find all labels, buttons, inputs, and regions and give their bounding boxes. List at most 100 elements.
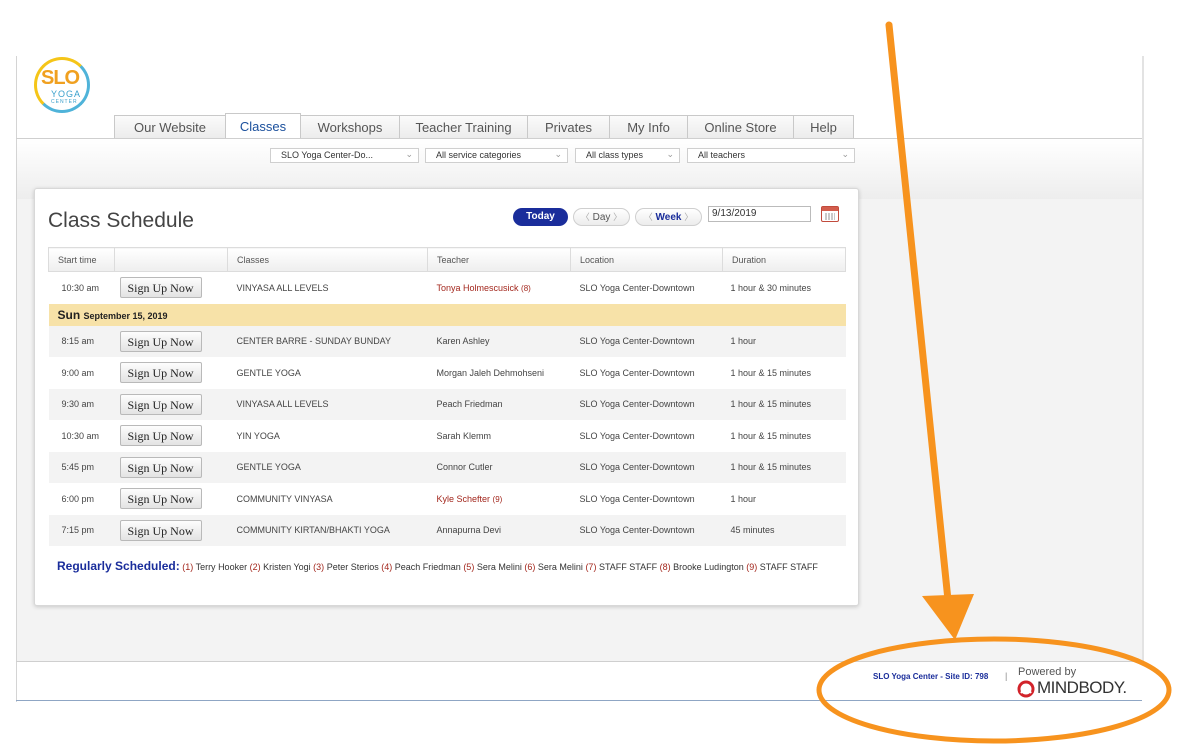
column-header-signup (114, 247, 228, 272)
today-button[interactable]: Today (513, 208, 568, 226)
sign-up-button[interactable]: Sign Up Now (119, 456, 202, 478)
sign-up-button[interactable]: Sign Up Now (119, 362, 202, 384)
footer-separator: | (1005, 671, 1008, 681)
class-name[interactable]: VINYASA ALL LEVELS (227, 388, 428, 420)
class-location[interactable]: SLO Yoga Center-Downtown (571, 483, 723, 515)
chevron-left-icon[interactable]: 〈 (644, 212, 653, 222)
service-category-select[interactable]: All service categories ⌄ (425, 148, 568, 163)
sign-up-button[interactable]: Sign Up Now (119, 488, 202, 510)
class-location[interactable]: SLO Yoga Center-Downtown (571, 357, 723, 389)
page-title: Class Schedule (48, 209, 194, 232)
sign-up-button[interactable]: Sign Up Now (119, 425, 202, 447)
week-view-button[interactable]: 〈 Week 〉 (635, 208, 702, 226)
teacher-name[interactable]: Connor Cutler (437, 462, 493, 472)
regularly-scheduled-label: Regularly Scheduled: (57, 559, 180, 573)
class-location[interactable]: SLO Yoga Center-Downtown (570, 514, 723, 546)
class-name[interactable]: VINYASA ALL LEVELS (228, 272, 428, 304)
mindbody-brand[interactable]: MINDBODY. (1037, 678, 1127, 698)
class-duration: 1 hour (730, 493, 757, 504)
class-location[interactable]: SLO Yoga Center-Downtown (570, 325, 723, 357)
tab-our-website[interactable]: Our Website (114, 115, 226, 138)
tab-workshops[interactable]: Workshops (300, 115, 400, 138)
class-location[interactable]: SLO Yoga Center-Downtown (571, 420, 723, 452)
slo-yoga-logo[interactable]: SLO YOGA CENTER (34, 57, 90, 113)
chevron-right-icon[interactable]: 〉 (613, 212, 622, 222)
class-time: 9:30 am (48, 388, 115, 420)
class-name[interactable]: COMMUNITY KIRTAN/BHAKTI YOGA (227, 514, 428, 546)
chevron-right-icon[interactable]: 〉 (684, 212, 693, 222)
date-input[interactable]: 9/13/2019 (708, 206, 811, 222)
class-duration: 1 hour (722, 325, 846, 357)
footnote-teacher: Sera Melini (537, 562, 583, 572)
teacher-select[interactable]: All teachers ⌄ (687, 148, 855, 163)
tab-teacher-training[interactable]: Teacher Training (399, 115, 528, 138)
day-date: September 15, 2019 (83, 310, 168, 321)
class-schedule-panel: Class Schedule Today 〈 Day 〉 〈 Week 〉 9/… (34, 188, 859, 606)
class-duration: 45 minutes (722, 514, 846, 546)
teacher-name[interactable]: Sarah Klemm (437, 431, 492, 441)
sign-up-button[interactable]: Sign Up Now (119, 277, 202, 299)
table-row: 10:30 am Sign Up Now VINYASA ALL LEVELS … (49, 272, 846, 304)
footer-divider (16, 661, 1144, 662)
footnote-teacher: Terry Hooker (195, 562, 248, 572)
footnote-number: (8) (659, 562, 671, 572)
footnote-teacher: STAFF STAFF (759, 562, 818, 572)
class-time: 5:45 pm (48, 451, 115, 483)
regularly-scheduled-footnote: Regularly Scheduled: (1) Terry Hooker (2… (57, 559, 837, 573)
table-row: 9:00 am Sign Up Now GENTLE YOGA Morgan Jale… (49, 357, 846, 389)
week-label: Week (655, 212, 682, 223)
column-header-duration: Duration (722, 247, 846, 272)
class-time: 10:30 am (61, 430, 100, 441)
day-view-button[interactable]: 〈 Day 〉 (573, 208, 630, 226)
schedule-table: Start time Classes Teacher Location Dura… (48, 247, 846, 546)
teacher-name[interactable]: Morgan Jaleh Dehmohseni (437, 368, 545, 378)
page-frame-right (1142, 56, 1144, 662)
teacher-name[interactable]: Annapurna Devi (437, 525, 502, 535)
table-row: 5:45 pm Sign Up Now GENTLE YOGA Connor Cutl… (48, 451, 846, 483)
footnote-number: (7) (585, 562, 597, 572)
tab-online-store[interactable]: Online Store (687, 115, 794, 138)
column-header-classes: Classes (227, 247, 428, 272)
class-name[interactable]: YIN YOGA (228, 420, 428, 452)
sign-up-button[interactable]: Sign Up Now (119, 330, 202, 352)
teacher-name[interactable]: Karen Ashley (437, 336, 490, 346)
main-tabs: Our Website Classes Workshops Teacher Tr… (114, 113, 854, 139)
tab-help[interactable]: Help (793, 115, 854, 138)
footnote-teacher: Brooke Ludington (673, 562, 744, 572)
day-name: Sun (57, 307, 81, 322)
teacher-name[interactable]: Peach Friedman (437, 399, 503, 409)
tab-my-info[interactable]: My Info (609, 115, 688, 138)
column-header-location: Location (570, 247, 723, 272)
powered-by-text: Powered by (1018, 666, 1077, 678)
class-time: 7:15 pm (48, 514, 115, 546)
teacher-select-value: All teachers (698, 150, 746, 160)
sign-up-button[interactable]: Sign Up Now (119, 519, 202, 541)
teacher-name[interactable]: Kyle Schefter (437, 494, 491, 504)
calendar-icon[interactable] (821, 206, 839, 222)
tab-privates[interactable]: Privates (527, 115, 610, 138)
class-duration: 1 hour & 15 minutes (722, 388, 846, 420)
class-name[interactable]: GENTLE YOGA (228, 357, 428, 389)
regularly-scheduled-list: (1) Terry Hooker (2) Kristen Yogi (3) Pe… (182, 562, 818, 572)
chevron-down-icon: ⌄ (666, 149, 674, 159)
mindbody-logo-icon[interactable] (1017, 680, 1035, 698)
chevron-down-icon: ⌄ (841, 149, 849, 159)
class-type-select[interactable]: All class types ⌄ (575, 148, 680, 163)
class-name[interactable]: GENTLE YOGA (227, 451, 428, 483)
site-id-text: SLO Yoga Center - Site ID: 798 (873, 672, 989, 681)
class-duration: 1 hour & 15 minutes (730, 430, 812, 441)
location-select[interactable]: SLO Yoga Center-Do... ⌄ (270, 148, 419, 163)
tab-classes[interactable]: Classes (225, 113, 301, 138)
class-location[interactable]: SLO Yoga Center-Downtown (571, 272, 723, 304)
footer-bottom-line (16, 700, 1142, 701)
class-name[interactable]: CENTER BARRE - SUNDAY BUNDAY (227, 325, 428, 357)
footnote-number: (2) (249, 562, 261, 572)
class-name[interactable]: COMMUNITY VINYASA (228, 483, 428, 515)
sign-up-button[interactable]: Sign Up Now (119, 393, 202, 415)
class-location[interactable]: SLO Yoga Center-Downtown (570, 388, 723, 420)
teacher-name[interactable]: Tonya Holmescusick (437, 283, 519, 293)
chevron-left-icon[interactable]: 〈 (581, 212, 590, 222)
teacher-footnote: (9) (492, 494, 503, 504)
footnote-number: (5) (463, 562, 475, 572)
class-location[interactable]: SLO Yoga Center-Downtown (570, 451, 723, 483)
